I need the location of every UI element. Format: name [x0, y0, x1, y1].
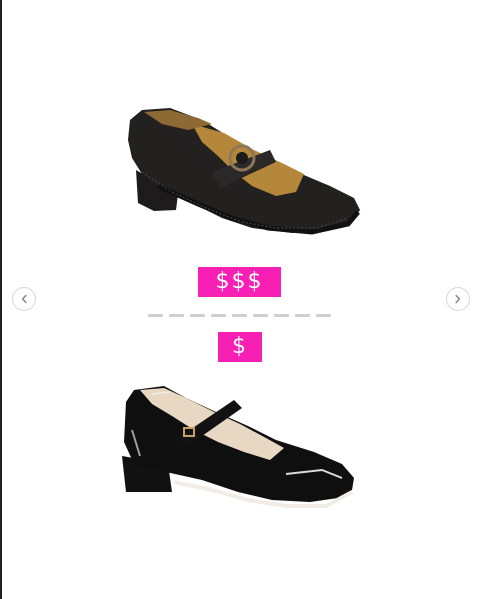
- price-label-cheap: $: [232, 334, 248, 359]
- carousel-indicator-dot[interactable]: [148, 314, 163, 317]
- expensive-shoe-image[interactable]: [122, 100, 364, 250]
- carousel-indicators: [148, 314, 331, 318]
- price-badge-expensive: $$$: [198, 267, 281, 297]
- chevron-right-icon: [455, 294, 461, 304]
- affordable-shoe-image[interactable]: [116, 382, 361, 516]
- carousel-indicator-dot[interactable]: [316, 314, 331, 317]
- carousel-indicator-dot[interactable]: [211, 314, 226, 317]
- frame-left-border: [0, 0, 2, 599]
- carousel-indicator-dot[interactable]: [253, 314, 268, 317]
- carousel-indicator-dot[interactable]: [190, 314, 205, 317]
- carousel-indicator-dot[interactable]: [232, 314, 247, 317]
- price-label-expensive: $$$: [215, 269, 264, 294]
- carousel-prev-button[interactable]: [12, 287, 36, 311]
- patent-mary-jane-block-heel-image: [122, 386, 354, 508]
- carousel-indicator-dot[interactable]: [295, 314, 310, 317]
- price-badge-cheap: $: [218, 332, 262, 362]
- suede-mary-jane-heel-image: [128, 108, 360, 235]
- carousel-indicator-dot[interactable]: [274, 314, 289, 317]
- carousel-indicator-dot[interactable]: [169, 314, 184, 317]
- chevron-left-icon: [21, 294, 27, 304]
- carousel-next-button[interactable]: [446, 287, 470, 311]
